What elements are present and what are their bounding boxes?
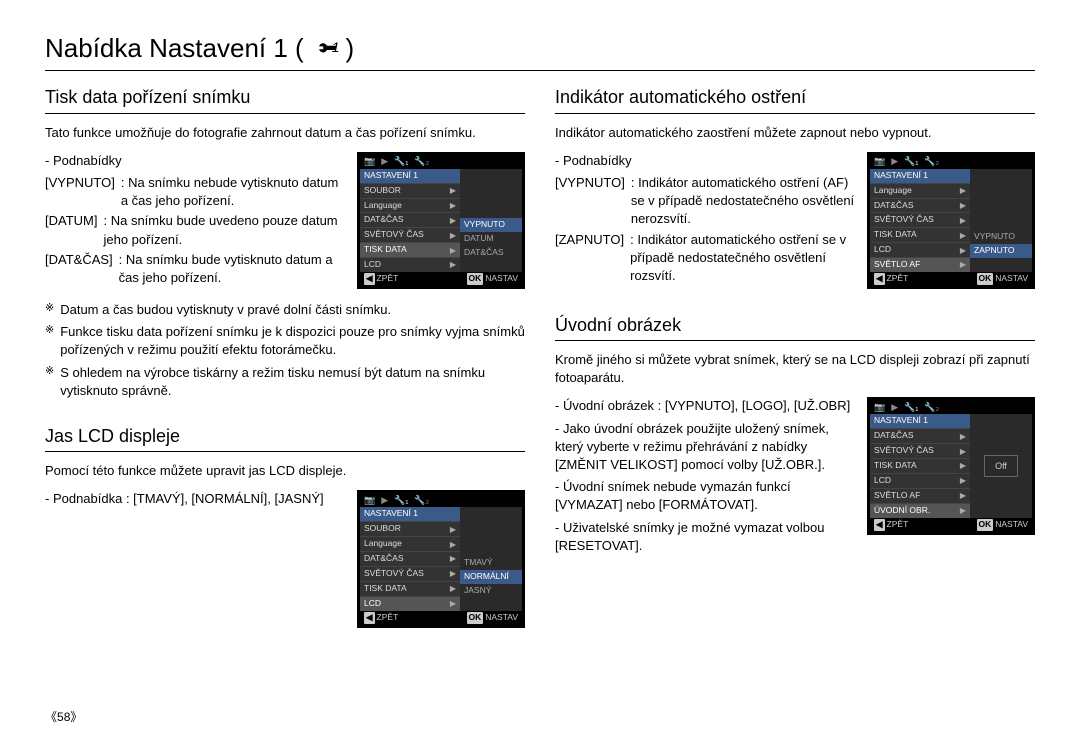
content-columns: Tisk data pořízení snímku Tato funkce um… [45,85,1035,651]
heading-af: Indikátor automatického ostření [555,85,1035,113]
page-number: 58 [45,709,82,726]
bullet: - Úvodní snímek nebude vymazán funkcí [V… [555,478,857,514]
sub-label: - Podnabídky [45,152,347,170]
lcd-screenshot-jas: 📷▶🔧₁🔧₂ NASTAVENÍ 1 SOUBOR▶ Language▶ DAT… [357,490,525,627]
bullet: - Úvodní obrázek : [VYPNUTO], [LOGO], [U… [555,397,857,415]
section-af: Indikátor automatického ostření Indikáto… [555,85,1035,289]
option-row: [DATUM]: Na snímku bude uvedeno pouze da… [45,212,347,248]
intro-jas: Pomocí této funkce můžete upravit jas LC… [45,462,525,480]
sub-label: - Podnabídka : [TMAVÝ], [NORMÁLNÍ], [JAS… [45,490,347,508]
heading-uvod: Úvodní obrázek [555,313,1035,341]
intro-tisk: Tato funkce umožňuje do fotografie zahrn… [45,124,525,142]
wrench-icon: 1 [310,35,340,61]
off-preview: Off [984,455,1018,478]
lcd-screenshot-uvod: 📷▶🔧₁🔧₂ NASTAVENÍ 1 DAT&ČAS▶ SVĚTOVÝ ČAS▶… [867,397,1035,534]
lcd-screenshot-af: 📷▶🔧₁🔧₂ NASTAVENÍ 1 Language▶ DAT&ČAS▶ SV… [867,152,1035,289]
bullet: - Uživatelské snímky je možné vymazat vo… [555,519,857,555]
right-column: Indikátor automatického ostření Indikáto… [555,85,1035,651]
notes-tisk: ※Datum a čas budou vytisknuty v pravé do… [45,301,525,400]
left-column: Tisk data pořízení snímku Tato funkce um… [45,85,525,651]
note-marker-icon: ※ [45,323,54,359]
note-marker-icon: ※ [45,301,54,319]
section-jas: Jas LCD displeje Pomocí této funkce může… [45,424,525,628]
heading-tisk: Tisk data pořízení snímku [45,85,525,113]
bullet: - Jako úvodní obrázek použijte uložený s… [555,420,857,475]
page-title: Nabídka Nastavení 1 ( 1 ) [45,30,1035,71]
title-prefix: Nabídka Nastavení 1 ( [45,30,304,66]
intro-uvod: Kromě jiného si můžete vybrat snímek, kt… [555,351,1035,387]
lcd-screenshot-tisk: 📷▶🔧₁🔧₂ NASTAVENÍ 1 SOUBOR▶ Language▶ DAT… [357,152,525,289]
icon-subscript: 1 [332,38,340,58]
option-row: [VYPNUTO]: Na snímku nebude vytisknuto d… [45,174,347,210]
option-row: [DAT&ČAS]: Na snímku bude vytisknuto dat… [45,251,347,287]
heading-jas: Jas LCD displeje [45,424,525,452]
option-row: [ZAPNUTO]: Indikátor automatického ostře… [555,231,857,286]
intro-af: Indikátor automatického zaostření můžete… [555,124,1035,142]
title-suffix: ) [346,30,355,66]
section-tisk: Tisk data pořízení snímku Tato funkce um… [45,85,525,400]
note-marker-icon: ※ [45,364,54,400]
sub-label: - Podnabídky [555,152,857,170]
section-uvod: Úvodní obrázek Kromě jiného si můžete vy… [555,313,1035,555]
option-row: [VYPNUTO]: Indikátor automatického ostře… [555,174,857,229]
